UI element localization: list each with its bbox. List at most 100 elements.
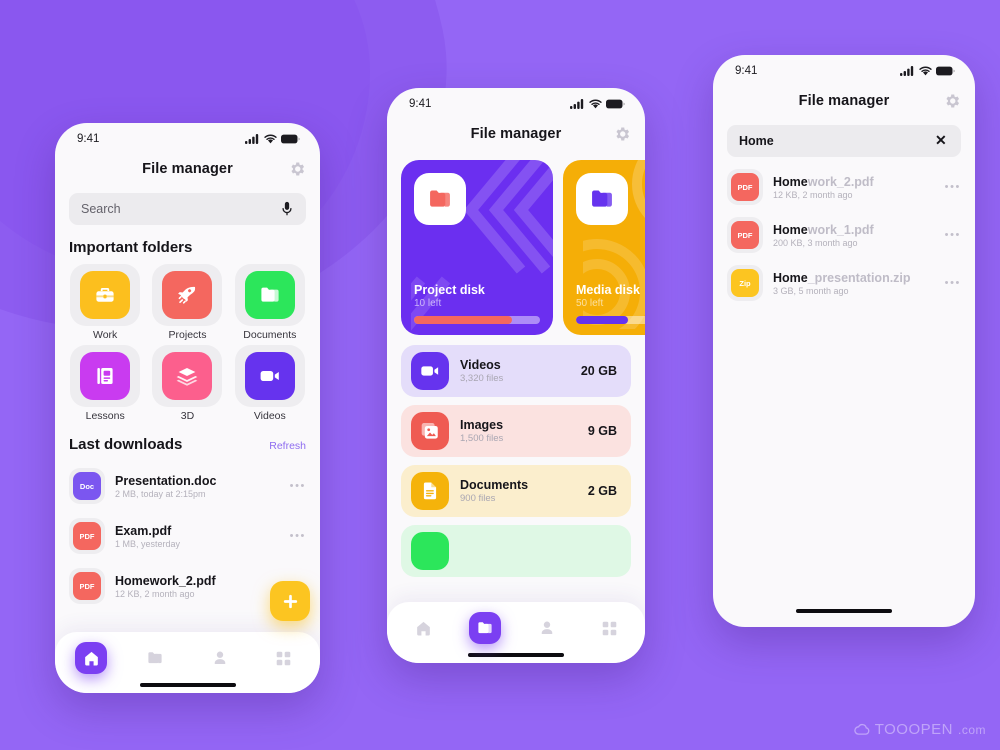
nav-item-files[interactable]	[469, 612, 501, 644]
folder-item-projects[interactable]: Projects	[149, 264, 225, 341]
bottom-navigation	[387, 602, 645, 663]
file-type-badge: PDF	[727, 169, 763, 205]
search-input[interactable]: Home ✕	[727, 125, 961, 157]
disk-name: Project disk	[414, 283, 485, 297]
more-options-icon[interactable]: •••	[945, 277, 961, 289]
watermark-brand: TOOOPEN	[874, 721, 953, 738]
nav-item-home[interactable]	[75, 642, 107, 674]
app-header: File manager	[713, 85, 975, 117]
plus-icon	[283, 594, 297, 608]
microphone-icon[interactable]	[280, 201, 294, 217]
pdf-file-icon: PDF	[731, 221, 759, 249]
status-bar: 9:41	[387, 88, 645, 114]
wifi-icon	[264, 134, 277, 144]
grid-icon	[277, 651, 291, 665]
folder-label: Documents	[243, 329, 297, 341]
file-type-badge: PDF	[727, 217, 763, 253]
file-type-badge: Zip	[727, 265, 763, 301]
nav-item-profile[interactable]	[531, 612, 563, 644]
folder-item-videos[interactable]: Videos	[232, 345, 308, 422]
category-name: Images	[460, 418, 504, 432]
phone-screen-home: 9:41 File manager Search Important folde…	[55, 123, 320, 693]
disk-remaining: 10 left	[414, 298, 442, 309]
nav-item-home[interactable]	[407, 612, 439, 644]
search-input[interactable]: Search	[69, 193, 306, 225]
more-options-icon[interactable]: •••	[945, 181, 961, 193]
list-item[interactable]: PDF Homework_1.pdf 200 KB, 3 month ago •…	[727, 211, 961, 259]
refresh-button[interactable]: Refresh	[269, 440, 306, 452]
home-indicator	[796, 609, 892, 613]
folder-plate	[152, 264, 223, 326]
pdf-file-icon: PDF	[731, 173, 759, 201]
category-file-count: 3,320 files	[460, 373, 504, 384]
close-icon[interactable]: ✕	[935, 133, 949, 149]
category-row-images[interactable]: Images 1,500 files 9 GB	[401, 405, 631, 457]
watermark-suffix: .com	[957, 722, 986, 737]
file-name: Home_presentation.zip	[773, 271, 935, 285]
more-options-icon[interactable]: •••	[945, 229, 961, 241]
status-icons	[900, 66, 955, 76]
status-icons	[245, 134, 300, 144]
disk-remaining: 50 left	[576, 298, 604, 309]
document-icon	[411, 472, 449, 510]
home-icon	[84, 651, 98, 665]
category-info: Images 1,500 files	[460, 418, 577, 444]
disk-icon-plate	[414, 173, 466, 225]
gear-icon[interactable]	[288, 160, 306, 178]
folder-item-3d[interactable]: 3D	[149, 345, 225, 422]
page-title: File manager	[142, 161, 233, 177]
briefcase-icon	[80, 271, 131, 319]
nav-item-files[interactable]	[139, 642, 171, 674]
folder-icon	[244, 271, 295, 319]
nav-item-profile[interactable]	[204, 642, 236, 674]
home-indicator	[468, 653, 564, 657]
disk-name: Media disk	[576, 283, 640, 297]
rest-text: _presentation.zip	[807, 270, 911, 285]
add-file-button[interactable]	[270, 581, 310, 621]
more-options-icon[interactable]: •••	[290, 480, 306, 492]
home-indicator	[139, 683, 236, 687]
search-value: Home	[739, 134, 774, 148]
more-options-icon[interactable]: •••	[290, 530, 306, 542]
disk-footer: Project disk 10 left	[414, 283, 540, 324]
folder-plate	[234, 264, 305, 326]
file-info: Presentation.doc 2 MB, today at 2:15pm	[115, 474, 280, 499]
list-item[interactable]: PDF Homework_2.pdf 12 KB, 2 month ago ••…	[727, 163, 961, 211]
folder-label: Work	[93, 329, 118, 341]
category-file-count: 1,500 files	[460, 433, 504, 444]
disk-card-media[interactable]: Media disk 50 left	[563, 160, 645, 335]
category-row-partial[interactable]	[401, 525, 631, 577]
category-row-documents[interactable]: Documents 900 files 2 GB	[401, 465, 631, 517]
cellular-signal-icon	[245, 134, 259, 144]
list-item[interactable]: Zip Home_presentation.zip 3 GB, 5 month …	[727, 259, 961, 307]
folder-icon	[592, 190, 612, 207]
gear-icon[interactable]	[613, 125, 631, 143]
music-icon	[411, 532, 449, 570]
file-info: Homework_2.pdf 12 KB, 2 month ago	[773, 175, 935, 200]
cloud-icon	[853, 723, 870, 735]
folder-label: 3D	[180, 410, 195, 422]
folder-plate	[70, 345, 141, 407]
cellular-signal-icon	[900, 66, 914, 76]
cellular-signal-icon	[570, 99, 584, 109]
disk-card-project[interactable]: Project disk 10 left	[401, 160, 553, 335]
folder-item-lessons[interactable]: Lessons	[67, 345, 143, 422]
gear-icon[interactable]	[943, 92, 961, 110]
disk-progress-fill	[414, 316, 513, 324]
watermark: TOOOPEN .com	[853, 721, 986, 738]
category-size: 20 GB	[580, 364, 617, 378]
list-item[interactable]: Doc Presentation.doc 2 MB, today at 2:15…	[69, 461, 306, 511]
list-item[interactable]: PDF Exam.pdf 1 MB, yesterday •••	[69, 511, 306, 561]
folder-item-documents[interactable]: Documents	[232, 264, 308, 341]
layers-icon	[162, 352, 213, 400]
nav-item-grid[interactable]	[268, 642, 300, 674]
folder-item-work[interactable]: Work	[67, 264, 143, 341]
video-camera-icon	[244, 352, 295, 400]
status-bar: 9:41	[713, 55, 975, 81]
wifi-icon	[919, 66, 932, 76]
status-bar: 9:41	[55, 123, 320, 149]
category-row-videos[interactable]: Videos 3,320 files 20 GB	[401, 345, 631, 397]
folder-label: Lessons	[85, 410, 125, 422]
disk-icon-plate	[576, 173, 628, 225]
nav-item-grid[interactable]	[593, 612, 625, 644]
